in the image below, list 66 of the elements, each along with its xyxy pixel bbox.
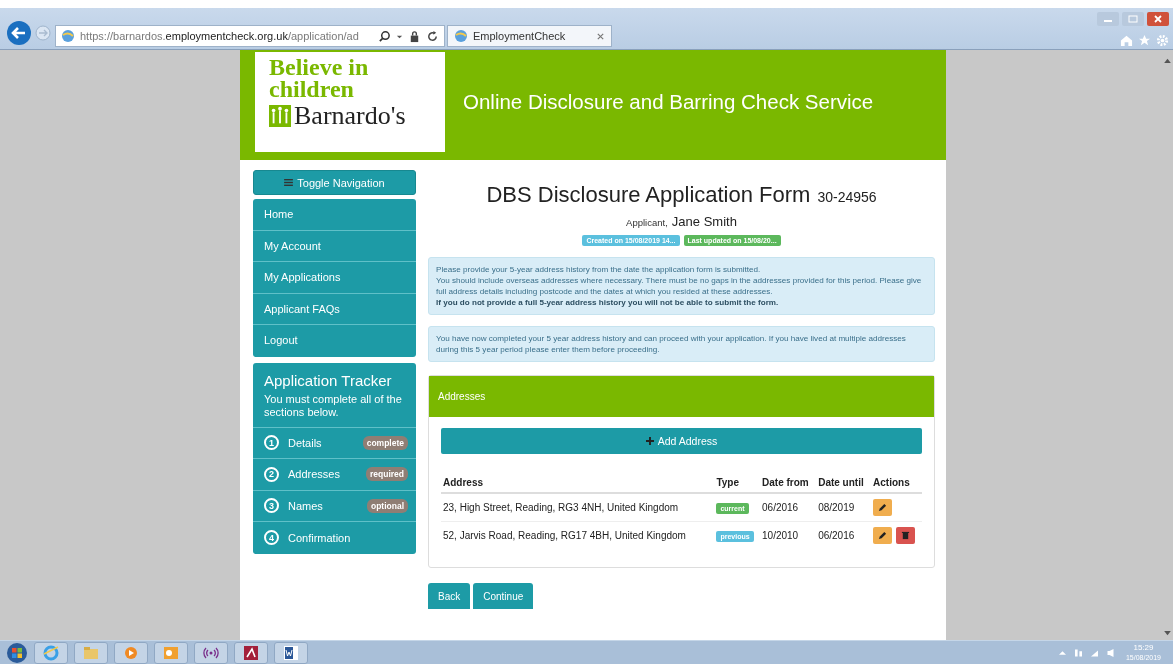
- pencil-icon: [878, 531, 888, 540]
- nav-link[interactable]: My Account: [253, 230, 416, 262]
- toggle-navigation-button[interactable]: Toggle Navigation: [253, 170, 416, 195]
- table-cell: 10/2010: [762, 530, 799, 541]
- column-header: Actions: [871, 474, 922, 493]
- nav-button[interactable]: Back: [428, 583, 471, 609]
- status-label: required: [366, 467, 408, 482]
- add-address-button[interactable]: Add Address: [441, 428, 922, 454]
- site-title: Online Disclosure and Barring Check Service: [463, 90, 874, 114]
- star-icon[interactable]: [1138, 34, 1151, 47]
- scroll-down-icon[interactable]: [1164, 631, 1171, 636]
- scroll-up-icon[interactable]: [1164, 58, 1171, 63]
- column-header: Address: [441, 474, 715, 493]
- lock-icon: [408, 29, 421, 43]
- tracker-step[interactable]: 1 Details complete: [253, 427, 416, 459]
- wireless-taskbar-icon[interactable]: [194, 641, 228, 664]
- alert-text: You have now completed your 5 year address history and can proceed with your application. If you have lived at multiple addresses during this 5 year period please enter them before proceeding.: [436, 333, 907, 355]
- document-taskbar-icon[interactable]: [274, 641, 308, 664]
- close-icon[interactable]: [1147, 12, 1169, 26]
- browser-tab[interactable]: EmploymentCheck: [447, 25, 612, 47]
- tracker-step[interactable]: 2 Addresses required: [253, 459, 416, 491]
- start-button-icon[interactable]: [6, 641, 28, 664]
- tracker-step[interactable]: 4 Confirmation: [253, 522, 416, 554]
- edit-button[interactable]: [873, 527, 893, 544]
- nav-link[interactable]: Home: [253, 199, 416, 231]
- form-reference: 30-24956: [817, 189, 877, 205]
- table-cell: 06/2016: [818, 530, 855, 541]
- tracker-step[interactable]: 3 Names optional: [253, 490, 416, 522]
- alert-text: Please provide your 5-year address history from the date the application form is submitted.: [436, 264, 762, 275]
- table-cell: 08/2019: [818, 502, 855, 513]
- nav-link[interactable]: Applicant FAQs: [253, 293, 416, 325]
- alert-text: If you do not provide a full 5-year address history you will not be able to submit the form.: [436, 297, 780, 308]
- delete-button[interactable]: [896, 527, 916, 544]
- plus-icon: [645, 437, 654, 445]
- refresh-icon[interactable]: [426, 29, 439, 43]
- table-cell: 23, High Street, Reading, RG3 4NH, United Kingdom: [443, 502, 679, 513]
- trash-icon: [901, 531, 911, 540]
- column-header: Type: [714, 474, 761, 493]
- table-cell: 52, Jarvis Road, Reading, RG17 4BH, United Kingdom: [443, 530, 686, 541]
- figures-icon: [269, 105, 291, 127]
- close-icon[interactable]: [596, 31, 605, 41]
- address-bar[interactable]: https://barnardos.employmentcheck.org.uk/application/ad: [55, 25, 445, 47]
- alert-text: You should include overseas addresses where necessary. There must be no gaps in the addresses provided for this period. Please give full address details including postcode and the dates at which you resided at these addresses.: [436, 275, 923, 297]
- pencil-icon: [878, 503, 888, 512]
- applicant-label: Applicant,: [626, 217, 668, 228]
- url-text: https://barnardos.employmentcheck.org.uk/application/ad: [80, 30, 360, 42]
- tracker-subtitle: You must complete all of the sections below.: [264, 392, 403, 419]
- status-label: optional: [366, 498, 408, 513]
- tracker-title: Application Tracker: [264, 370, 393, 390]
- applicant-name: Jane Smith: [671, 214, 737, 229]
- globe-icon: [454, 29, 468, 43]
- search-icon[interactable]: [378, 29, 391, 43]
- panel-title: Addresses: [438, 391, 486, 402]
- column-header: Date from: [760, 474, 817, 493]
- menu-icon: [284, 179, 294, 186]
- logo: Believe in children Barnardo's: [255, 52, 445, 152]
- status-label: complete: [362, 435, 408, 450]
- edit-button[interactable]: [873, 499, 893, 516]
- column-header: Date until: [816, 474, 872, 493]
- nav-link[interactable]: Logout: [253, 325, 416, 357]
- table-cell: 06/2016: [762, 502, 799, 513]
- nav-link[interactable]: My Applications: [253, 262, 416, 294]
- nav-button[interactable]: Continue: [473, 583, 534, 609]
- clock-time: 15:29: [1133, 642, 1154, 653]
- globe-icon: [61, 29, 75, 43]
- form-title: DBS Disclosure Application Form: [486, 182, 811, 208]
